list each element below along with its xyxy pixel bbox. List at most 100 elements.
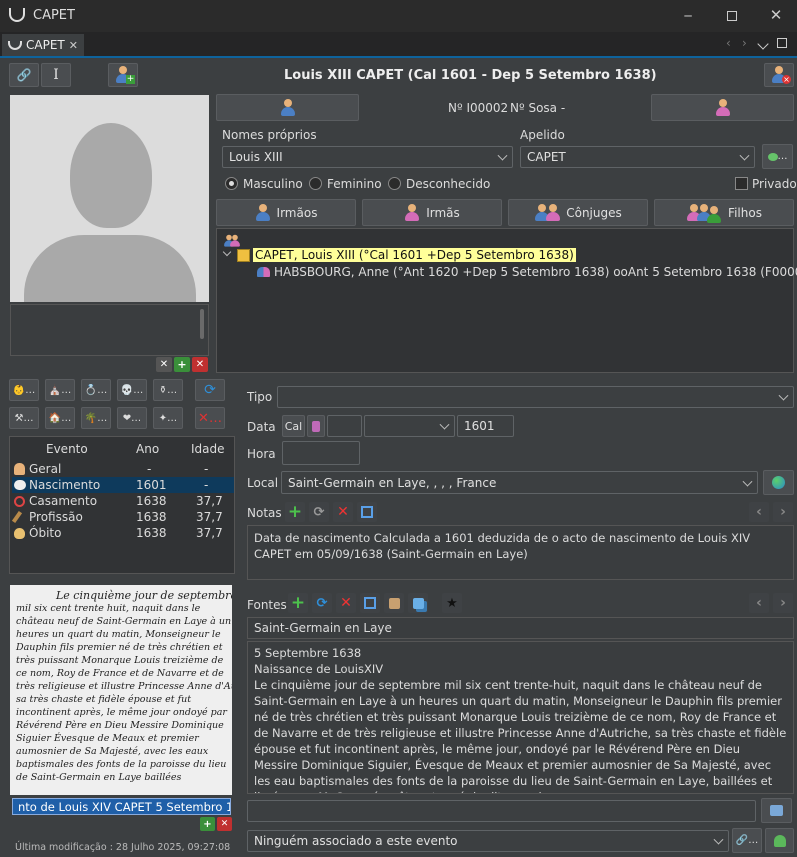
add-travel-event-button[interactable]: 🌴… <box>81 407 111 429</box>
brothers-button[interactable]: Irmãos <box>216 199 356 226</box>
handwritten-line: très puissant Monarque Louis treizième d… <box>16 655 224 666</box>
notes-expand-button[interactable] <box>357 502 377 522</box>
sources-expand-button[interactable] <box>360 593 380 613</box>
delete-event-button[interactable]: ✕… <box>195 407 225 429</box>
surname-search-button[interactable]: … <box>762 144 793 169</box>
add-birth-event-button[interactable]: 👶… <box>9 379 39 401</box>
date-calendar-type-button[interactable]: Cal <box>282 415 305 437</box>
tab-close-icon[interactable]: ✕ <box>69 39 78 52</box>
event-row-year: 1638 <box>136 494 167 508</box>
tab-capet[interactable]: CAPET ✕ <box>2 34 84 56</box>
given-names-input[interactable]: Louis XIII <box>222 146 513 168</box>
photo-delete-button[interactable]: ✕ <box>192 357 208 372</box>
events-header-event[interactable]: Evento <box>46 442 88 456</box>
tab-prev-icon[interactable]: ‹ <box>726 36 731 50</box>
spouses-label: Cônjuges <box>566 205 622 220</box>
birth-icon <box>14 480 26 490</box>
sources-next-button[interactable]: › <box>773 593 793 613</box>
citation-media-button[interactable] <box>761 798 792 823</box>
place-select[interactable]: Saint-Germain en Laye, , , , France <box>281 471 758 494</box>
notes-prev-button[interactable]: ‹ <box>749 502 769 522</box>
date-year-input[interactable]: 1601 <box>457 415 514 437</box>
tab-list-icon[interactable] <box>757 38 769 50</box>
tab-next-icon[interactable]: › <box>742 36 747 50</box>
date-options-button[interactable] <box>307 415 325 437</box>
minimize-button[interactable]: ─ <box>674 6 702 26</box>
children-button[interactable]: Filhos <box>654 199 794 226</box>
add-person-button[interactable]: + <box>108 63 138 87</box>
page-title: Louis XIII CAPET (Cal 1601 - Dep 5 Setem… <box>284 68 657 83</box>
sex-unknown-radio[interactable] <box>388 177 401 190</box>
notes-refresh-button[interactable]: ⟳ <box>309 502 329 522</box>
sources-add-button[interactable]: + <box>288 593 308 613</box>
tree-expand-icon[interactable] <box>222 247 232 257</box>
hour-label: Hora <box>247 447 276 461</box>
source-text[interactable]: 5 Septembre 1638 Naissance de LouisXIV L… <box>247 641 794 794</box>
source-document-image[interactable]: Le cinquième jour de septembre mil six ce… <box>10 585 232 795</box>
add-health-event-button[interactable]: ❤… <box>117 407 147 429</box>
refresh-events-button[interactable]: ⟳ <box>195 379 225 401</box>
tab-maximize-icon[interactable] <box>777 38 787 48</box>
event-row-profissao[interactable]: Profissão 1638 37,7 <box>11 509 234 525</box>
add-death-event-button[interactable]: 💀… <box>117 379 147 401</box>
link-tool-button[interactable]: 🔗 <box>9 63 39 87</box>
notes-next-button[interactable]: › <box>773 502 793 522</box>
place-map-button[interactable] <box>763 470 794 495</box>
add-marriage-event-button[interactable]: 💍… <box>81 379 111 401</box>
text-cursor-button[interactable]: I <box>41 63 71 87</box>
photo-remove-link-button[interactable]: ✕ <box>156 357 172 372</box>
source-title[interactable]: Saint-Germain en Laye <box>247 617 794 639</box>
event-row-casamento[interactable]: Casamento 1638 37,7 <box>12 493 234 509</box>
private-checkbox[interactable] <box>735 177 748 190</box>
media-delete-button[interactable]: ✕ <box>217 817 232 831</box>
tree-root-node[interactable]: CAPET, Louis XIII (°Cal 1601 +Dep 5 Sete… <box>237 247 576 263</box>
media-caption[interactable]: nto de Louis XIV CAPET 5 Setembro 1638 <box>12 798 231 815</box>
events-header-age[interactable]: Idade <box>191 442 225 456</box>
events-header-year[interactable]: Ano <box>136 442 159 456</box>
notes-delete-button[interactable]: ✕ <box>333 502 353 522</box>
photo-notes-area[interactable] <box>10 304 209 356</box>
sources-label: Fontes <box>247 598 287 612</box>
add-misc-event-button[interactable]: ✦… <box>153 407 183 429</box>
add-baptism-event-button[interactable]: ⛪… <box>45 379 75 401</box>
sources-repository-button[interactable] <box>384 593 404 613</box>
type-select[interactable] <box>277 386 794 408</box>
sisters-button[interactable]: Irmãs <box>362 199 502 226</box>
person-photo[interactable] <box>10 95 209 302</box>
photo-add-button[interactable]: + <box>174 357 190 372</box>
sex-male-label: Masculino <box>243 177 303 191</box>
maximize-button[interactable] <box>718 6 746 26</box>
add-burial-event-button[interactable]: ⚱… <box>153 379 183 401</box>
sources-link-button[interactable]: ⟳ <box>312 593 332 613</box>
notes-add-button[interactable]: + <box>285 502 305 522</box>
event-row-obito[interactable]: Óbito 1638 37,7 <box>12 525 234 541</box>
spouses-button[interactable]: Cônjuges <box>508 199 648 226</box>
brothers-label: Irmãos <box>276 205 318 220</box>
sources-favorite-button[interactable]: ★ <box>442 593 462 613</box>
sources-prev-button[interactable]: ‹ <box>749 593 769 613</box>
add-occupation-event-button[interactable]: ⚒… <box>9 407 39 429</box>
hour-input[interactable] <box>282 441 360 465</box>
associate-link-button[interactable]: 🔗… <box>732 828 762 853</box>
sources-delete-button[interactable]: ✕ <box>336 593 356 613</box>
event-row-nascimento[interactable]: Nascimento 1601 - <box>12 477 234 493</box>
event-row-geral[interactable]: Geral - - <box>12 461 234 477</box>
associated-select[interactable]: Ninguém associado a este evento <box>247 830 729 852</box>
sources-copy-button[interactable] <box>408 593 428 613</box>
mother-button[interactable] <box>651 94 794 121</box>
add-residence-event-button[interactable]: 🏠… <box>45 407 75 429</box>
photo-notes-scrollbar[interactable] <box>200 309 204 339</box>
surname-input[interactable]: CAPET <box>520 146 755 168</box>
tree-child-node[interactable]: HABSBOURG, Anne (°Ant 1620 +Dep 5 Setemb… <box>257 264 797 280</box>
close-window-button[interactable]: ✕ <box>762 5 790 25</box>
sex-female-radio[interactable] <box>309 177 322 190</box>
media-add-button[interactable]: + <box>200 817 215 831</box>
sex-male-radio[interactable] <box>225 177 238 190</box>
citation-input[interactable] <box>247 800 756 822</box>
delete-person-button[interactable]: × <box>764 63 794 87</box>
date-day-input[interactable] <box>327 415 362 437</box>
associate-tree-button[interactable] <box>765 828 794 853</box>
date-month-select[interactable] <box>364 415 455 437</box>
notes-textarea[interactable]: Data de nascimento Calculada a 1601 dedu… <box>247 525 794 580</box>
father-button[interactable] <box>216 94 359 121</box>
